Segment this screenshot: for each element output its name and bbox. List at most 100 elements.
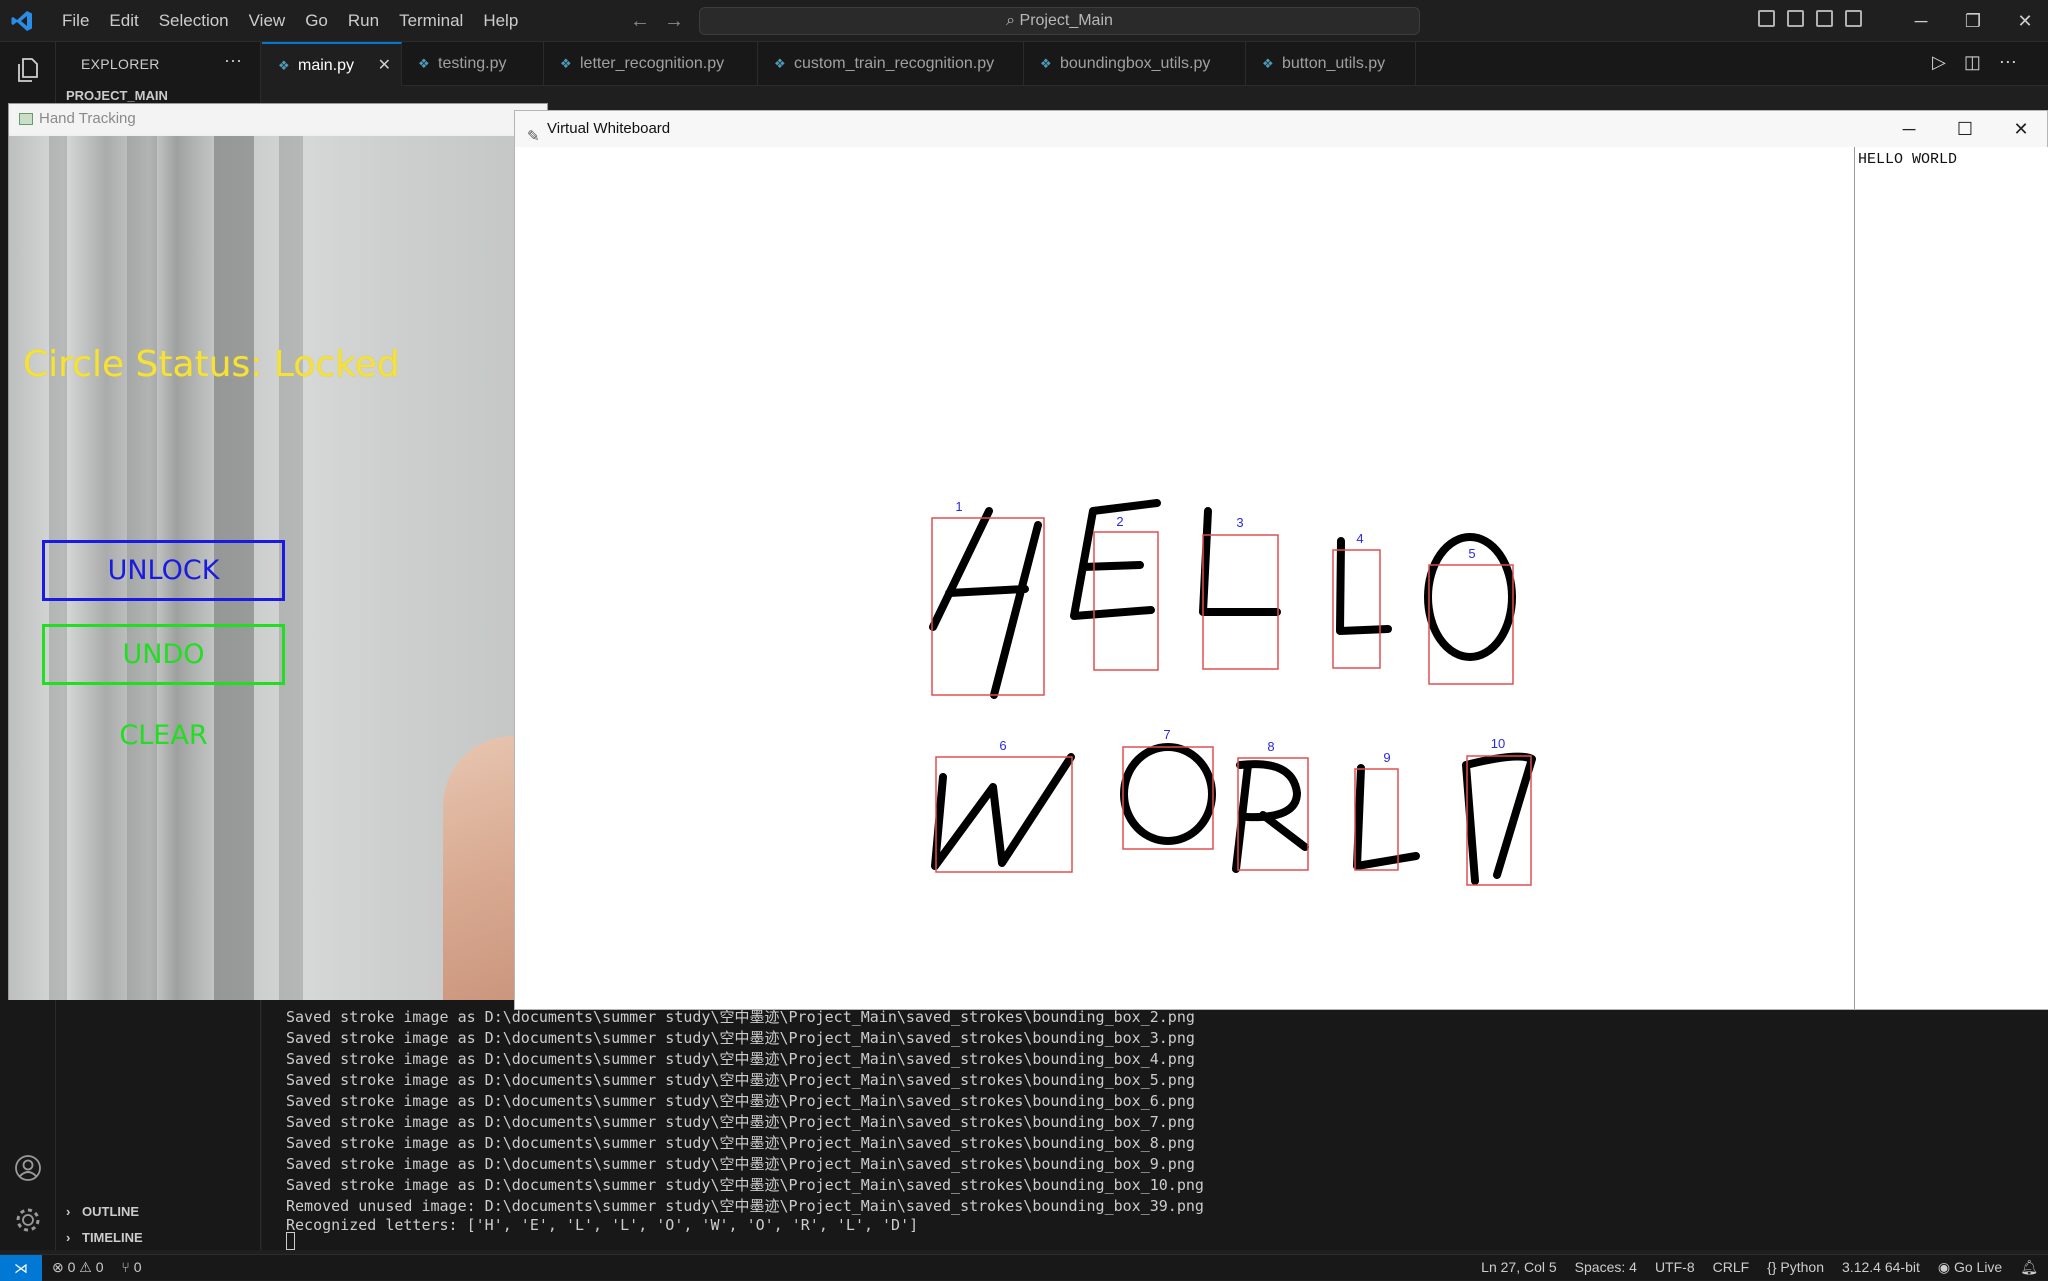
terminal-line: Saved stroke image as D:\documents\summe… xyxy=(286,1071,1195,1089)
close-icon[interactable]: ✕ xyxy=(1999,0,2048,42)
encoding[interactable]: UTF-8 xyxy=(1655,1259,1695,1276)
run-icon[interactable]: ▷ xyxy=(1932,52,1946,72)
menu-terminal[interactable]: Terminal xyxy=(389,11,473,31)
go-live-button[interactable]: ◉ Go Live xyxy=(1938,1259,2002,1276)
handwriting-strokes: 1 2 3 4 5 6 7 8 9 10 xyxy=(929,499,1536,886)
stroke-letter-r xyxy=(1232,760,1309,873)
tab-custom-train-recognition-py[interactable]: ❖ custom_train_recognition.py xyxy=(758,42,1024,86)
stroke-letter-o xyxy=(1120,743,1216,845)
menu-go[interactable]: Go xyxy=(295,11,338,31)
line-ending[interactable]: CRLF xyxy=(1713,1259,1750,1276)
terminal-cursor xyxy=(286,1232,295,1250)
close-icon[interactable]: ✕ xyxy=(378,44,391,88)
stroke-letter-l xyxy=(1336,537,1392,635)
tab-letter-recognition-py[interactable]: ❖ letter_recognition.py xyxy=(544,42,758,86)
ports-count[interactable]: ⑂ 0 xyxy=(121,1259,141,1275)
forward-arrow-icon[interactable]: → xyxy=(664,10,684,32)
menu-help[interactable]: Help xyxy=(473,11,528,31)
remote-indicator-icon[interactable]: ⋊ xyxy=(0,1255,42,1281)
menu-view[interactable]: View xyxy=(239,11,296,31)
braces-icon: {} xyxy=(1767,1259,1781,1275)
more-actions-icon[interactable]: ⋯ xyxy=(1999,52,2017,72)
menu-edit[interactable]: Edit xyxy=(99,11,148,31)
whiteboard-canvas[interactable]: 1 2 3 4 5 6 7 8 9 10 xyxy=(515,147,1854,1009)
settings-gear-icon[interactable] xyxy=(14,1206,42,1234)
account-icon[interactable] xyxy=(14,1154,42,1182)
stroke-letter-w xyxy=(931,753,1075,870)
box-label: 3 xyxy=(1236,515,1243,530)
stroke-letter-d xyxy=(1462,752,1536,885)
stroke-letter-h xyxy=(929,507,1042,699)
tab-label: boundingbox_utils.py xyxy=(1060,55,1211,72)
tab-label: custom_train_recognition.py xyxy=(794,55,995,72)
tab-button-utils-py[interactable]: ❖ button_utils.py xyxy=(1246,42,1416,86)
menu-selection[interactable]: Selection xyxy=(149,11,239,31)
menu-bar: File Edit Selection View Go Run Terminal… xyxy=(52,0,528,42)
go-live-label: Go Live xyxy=(1953,1259,2003,1275)
box-label: 4 xyxy=(1356,531,1363,546)
menu-file[interactable]: File xyxy=(52,11,99,31)
explorer-files-icon[interactable] xyxy=(14,56,42,84)
customize-layout-icon[interactable] xyxy=(1845,10,1862,27)
python-file-icon: ❖ xyxy=(1262,56,1274,71)
terminal-line: Saved stroke image as D:\documents\summe… xyxy=(286,1050,1195,1068)
tab-boundingbox-utils-py[interactable]: ❖ boundingbox_utils.py xyxy=(1024,42,1246,86)
tab-label: letter_recognition.py xyxy=(580,55,725,72)
minimize-icon[interactable]: ─ xyxy=(1895,0,1947,42)
split-editor-icon[interactable]: ◫ xyxy=(1964,52,1981,72)
vscode-logo-icon xyxy=(11,11,32,31)
status-bar: ⋊ ⊗ 0 ⚠ 0 ⑂ 0 Ln 27, Col 5 Spaces: 4 UTF… xyxy=(0,1254,2048,1281)
cursor-position[interactable]: Ln 27, Col 5 xyxy=(1481,1259,1557,1276)
box-label: 6 xyxy=(999,738,1006,753)
outline-label: OUTLINE xyxy=(82,1204,140,1219)
box-label: 10 xyxy=(1491,736,1505,751)
restore-icon[interactable]: ❐ xyxy=(1947,0,1999,42)
tab-testing-py[interactable]: ❖ testing.py xyxy=(402,42,544,86)
menu-run[interactable]: Run xyxy=(338,11,389,31)
explorer-title: EXPLORER xyxy=(81,56,160,72)
python-file-icon: ❖ xyxy=(418,56,430,71)
back-arrow-icon[interactable]: ← xyxy=(630,10,650,32)
interpreter-version[interactable]: 3.12.4 64-bit xyxy=(1842,1259,1920,1276)
search-label: Project_Main xyxy=(1019,12,1113,29)
command-center-search[interactable]: ⌕ Project_Main xyxy=(699,7,1420,35)
minimize-icon[interactable]: ─ xyxy=(1881,111,1937,147)
problems-count[interactable]: ⊗ 0 ⚠ 0 xyxy=(52,1259,104,1275)
app-window-icon xyxy=(19,113,33,125)
camera-feed: Circle Status: Locked UNLOCK UNDO CLEAR xyxy=(9,136,549,1000)
tab-label: testing.py xyxy=(438,55,507,72)
close-icon[interactable]: ✕ xyxy=(1993,111,2048,147)
timeline-section[interactable]: › TIMELINE xyxy=(66,1230,143,1245)
tab-main-py[interactable]: ❖ main.py ✕ xyxy=(262,42,402,86)
toggle-secondary-sidebar-icon[interactable] xyxy=(1816,10,1833,27)
notifications-bell-icon[interactable]: 🔔︎ xyxy=(2020,1259,2038,1276)
maximize-icon[interactable]: ☐ xyxy=(1937,111,1993,147)
box-label: 8 xyxy=(1267,739,1274,754)
indentation[interactable]: Spaces: 4 xyxy=(1575,1259,1637,1276)
bounding-box xyxy=(1202,534,1279,670)
box-label: 5 xyxy=(1468,546,1475,561)
stroke-letter-l xyxy=(1353,764,1420,870)
python-file-icon: ❖ xyxy=(774,56,786,71)
hand-tracking-titlebar[interactable]: Hand Tracking xyxy=(9,104,547,134)
clear-button[interactable]: CLEAR xyxy=(42,708,285,769)
more-actions-icon[interactable]: ··· xyxy=(224,50,242,71)
recognized-text-panel[interactable]: HELLO WORLD xyxy=(1854,147,2048,1009)
unlock-button[interactable]: UNLOCK xyxy=(42,540,285,601)
window-title: Hand Tracking xyxy=(39,110,136,127)
outline-section[interactable]: › OUTLINE xyxy=(66,1204,139,1219)
project-folder[interactable]: PROJECT_MAIN xyxy=(66,88,168,103)
toggle-panel-icon[interactable] xyxy=(1787,10,1804,27)
terminal-panel[interactable]: Saved stroke image as D:\documents\summe… xyxy=(262,1000,2048,1250)
bounding-box xyxy=(1093,531,1159,671)
timeline-label: TIMELINE xyxy=(82,1230,143,1245)
toggle-sidebar-icon[interactable] xyxy=(1758,10,1775,27)
terminal-line: Saved stroke image as D:\documents\summe… xyxy=(286,1155,1195,1173)
undo-button[interactable]: UNDO xyxy=(42,624,285,685)
terminal-line: Removed unused image: D:\documents\summe… xyxy=(286,1197,1204,1215)
recognized-text: HELLO WORLD xyxy=(1858,151,1958,168)
whiteboard-titlebar[interactable]: ✎ Virtual Whiteboard xyxy=(515,111,2047,147)
window-title: Virtual Whiteboard xyxy=(547,120,671,137)
language-mode[interactable]: {} Python xyxy=(1767,1259,1824,1276)
broadcast-icon: ◉ xyxy=(1937,1259,1954,1275)
